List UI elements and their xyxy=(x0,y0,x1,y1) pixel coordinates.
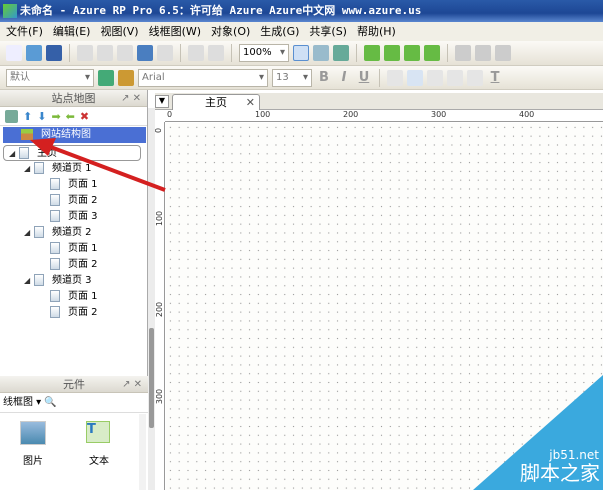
watermark-name: 脚本之家 xyxy=(520,461,600,485)
